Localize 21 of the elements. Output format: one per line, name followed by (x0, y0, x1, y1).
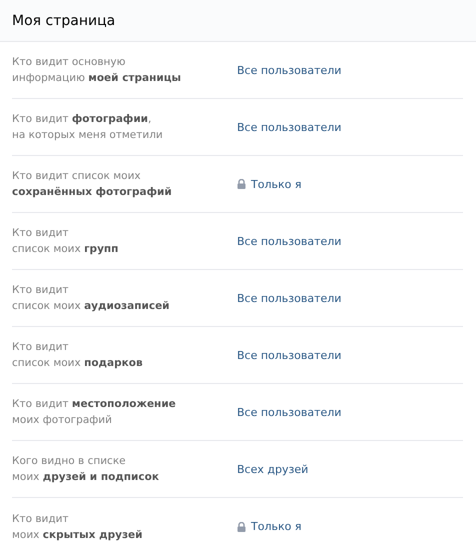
privacy-dropdown[interactable]: Всех друзей (237, 462, 308, 476)
privacy-dropdown[interactable]: Все пользователи (237, 348, 342, 362)
setting-label: Кто видит список моих аудиозаписей (12, 283, 171, 314)
privacy-dropdown[interactable]: Только я (237, 178, 302, 190)
setting-label: Кого видно в списке моих друзей и подписок (12, 454, 160, 485)
privacy-dropdown[interactable]: Все пользователи (237, 292, 342, 304)
privacy-dropdown[interactable]: Все пользователи (237, 64, 342, 76)
setting-label: Кто видит моих скрытых друзей (12, 512, 144, 542)
privacy-dropdown[interactable]: Все пользователи (237, 234, 342, 248)
setting-label: Кто видит список моих подарков (12, 340, 144, 371)
lock-icon (237, 179, 246, 189)
lock-icon (237, 522, 246, 532)
privacy-dropdown[interactable]: Все пользователи (237, 406, 342, 418)
privacy-dropdown[interactable]: Все пользователи (237, 120, 342, 134)
page-title: Моя страница (12, 12, 116, 28)
setting-label: Кто видит местоположение моих фотографий (12, 397, 177, 428)
setting-label: Кто видит список моих групп (12, 226, 120, 257)
setting-label: Кто видит фотографии, на которых меня отметили (12, 112, 164, 143)
setting-label: Кто видит основную информацию моей страницы (12, 55, 182, 86)
privacy-dropdown[interactable]: Только я (237, 520, 302, 533)
setting-label: Кто видит список моих сохранённых фотографий (12, 169, 173, 200)
